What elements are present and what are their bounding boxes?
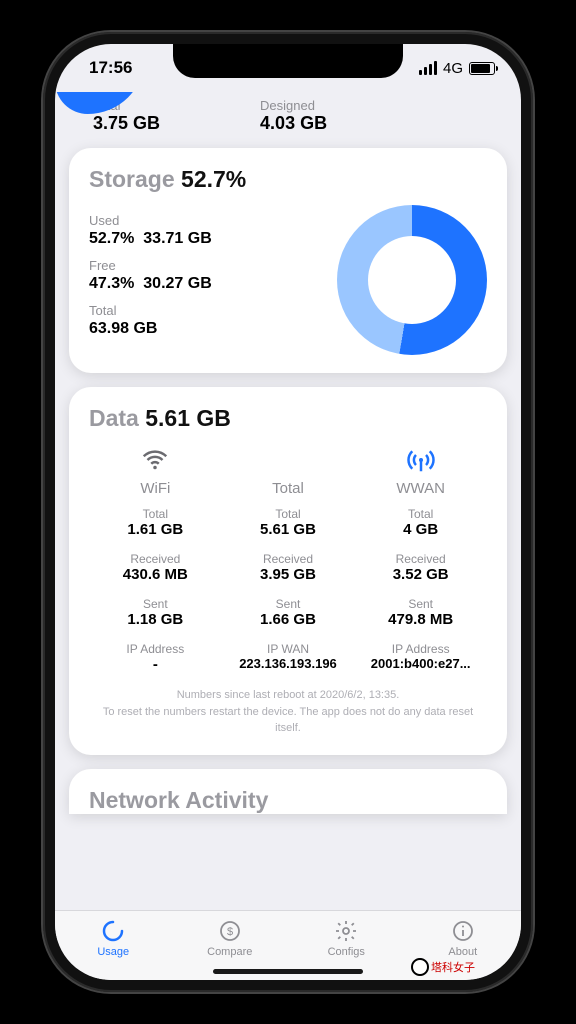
- phone-frame: 17:56 4G 4.0% 110.0 MB Total 3.75 GB Des…: [43, 32, 533, 992]
- screen: 17:56 4G 4.0% 110.0 MB Total 3.75 GB Des…: [55, 44, 521, 980]
- storage-donut-icon: [337, 205, 487, 355]
- total-icon: [222, 444, 355, 476]
- watermark: 塔科女子: [411, 958, 475, 976]
- tab-configs[interactable]: Configs: [288, 911, 405, 966]
- memory-row: 4.0% 110.0 MB Total 3.75 GB Designed 4.0…: [69, 92, 507, 134]
- signal-icon: [419, 61, 437, 75]
- data-grid: Total1.61 GB Total5.61 GB Total4 GB Rece…: [89, 505, 487, 675]
- battery-icon: [469, 62, 495, 75]
- all-recv: 3.95 GB: [226, 566, 351, 583]
- total-label: Total: [89, 303, 317, 318]
- data-total: 5.61 GB: [145, 405, 231, 431]
- wifi-ip: -: [93, 656, 218, 673]
- wifi-head: WiFi: [89, 480, 222, 497]
- tab-configs-label: Configs: [328, 946, 365, 958]
- all-sent: 1.66 GB: [226, 611, 351, 628]
- memory-total-value: 3.75 GB: [93, 113, 160, 134]
- watermark-text: 塔科女子: [431, 959, 475, 975]
- tab-compare[interactable]: $ Compare: [172, 911, 289, 966]
- total-head: Total: [222, 480, 355, 497]
- data-title-text: Data: [89, 405, 139, 431]
- wwan-sent: 479.8 MB: [358, 611, 483, 628]
- free-label: Free: [89, 258, 317, 273]
- content-scroll[interactable]: 4.0% 110.0 MB Total 3.75 GB Designed 4.0…: [55, 92, 521, 910]
- used-value: 52.7% 33.71 GB: [89, 230, 317, 248]
- wifi-sent: 1.18 GB: [93, 611, 218, 628]
- memory-designed-value: 4.03 GB: [260, 113, 327, 134]
- all-total: 5.61 GB: [226, 521, 351, 538]
- wwan-total: 4 GB: [358, 521, 483, 538]
- carrier-label: 4G: [443, 60, 463, 77]
- tab-usage[interactable]: Usage: [55, 911, 172, 966]
- tab-compare-label: Compare: [207, 946, 252, 958]
- network-activity-title: Network Activity: [89, 787, 487, 814]
- data-columns-header: WiFi Total WWAN: [89, 444, 487, 497]
- data-note: Numbers since last reboot at 2020/6/2, 1…: [89, 687, 487, 737]
- wwan-recv: 3.52 GB: [358, 566, 483, 583]
- info-icon: [451, 919, 475, 943]
- wifi-total: 1.61 GB: [93, 521, 218, 538]
- wan-ip: 223.136.193.196: [226, 656, 351, 671]
- wwan-ip: 2001:b400:e27...: [358, 656, 483, 671]
- tab-usage-label: Usage: [97, 946, 129, 958]
- storage-percent: 52.7%: [181, 166, 246, 192]
- data-title: Data 5.61 GB: [89, 405, 487, 432]
- cellular-icon: [354, 444, 487, 476]
- storage-title-text: Storage: [89, 166, 175, 192]
- home-indicator[interactable]: [213, 969, 363, 974]
- status-right: 4G: [419, 60, 495, 77]
- free-value: 47.3% 30.27 GB: [89, 275, 317, 293]
- notch: [173, 44, 403, 78]
- storage-title: Storage 52.7%: [89, 166, 487, 193]
- gear-icon: [334, 919, 358, 943]
- total-value: 63.98 GB: [89, 320, 317, 338]
- wifi-recv: 430.6 MB: [93, 566, 218, 583]
- data-card[interactable]: Data 5.61 GB WiFi Total: [69, 387, 507, 755]
- storage-card[interactable]: Storage 52.7% Used 52.7% 33.71 GB Free 4…: [69, 148, 507, 373]
- compare-icon: $: [218, 919, 242, 943]
- svg-text:$: $: [227, 926, 233, 938]
- memory-designed-label: Designed: [260, 98, 327, 113]
- usage-icon: [101, 919, 125, 943]
- wwan-head: WWAN: [354, 480, 487, 497]
- status-time: 17:56: [89, 58, 132, 78]
- watermark-icon: [411, 958, 429, 976]
- network-activity-card[interactable]: Network Activity: [69, 769, 507, 814]
- storage-stats: Used 52.7% 33.71 GB Free 47.3% 30.27 GB …: [89, 213, 317, 348]
- tab-about-label: About: [448, 946, 477, 958]
- wifi-icon: [89, 444, 222, 476]
- used-label: Used: [89, 213, 317, 228]
